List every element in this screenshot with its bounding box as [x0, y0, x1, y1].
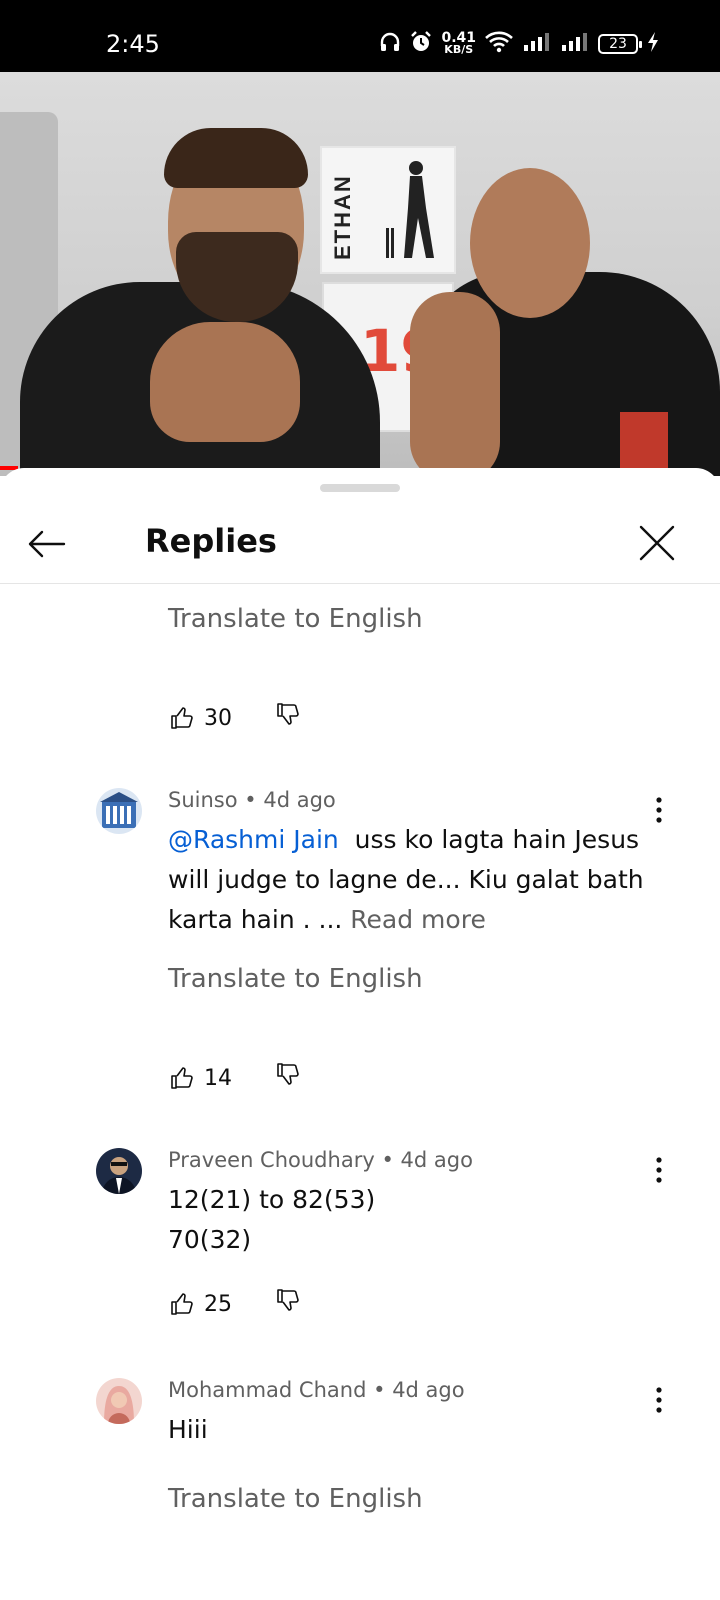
dislike-button[interactable] — [276, 702, 300, 731]
timestamp: 4d ago — [263, 788, 336, 812]
action-row: 25 — [170, 1286, 299, 1322]
reply-text: Hiii — [168, 1415, 208, 1444]
close-button[interactable] — [632, 518, 682, 568]
avatar[interactable] — [96, 1378, 142, 1424]
action-row: 14 — [170, 1060, 299, 1096]
like-button[interactable]: 14 — [170, 1066, 232, 1091]
more-options-button[interactable] — [644, 1150, 674, 1190]
mention-link[interactable]: @Rashmi Jain — [168, 825, 339, 854]
translate-link[interactable]: Translate to English — [168, 964, 423, 994]
arrow-left-icon — [28, 530, 66, 558]
reply-meta: Praveen Choudhary • 4d ago — [168, 1148, 473, 1172]
author-name[interactable]: Mohammad Chand — [168, 1378, 366, 1402]
page-title: Replies — [145, 522, 277, 560]
thumbs-down-icon — [277, 1289, 299, 1311]
thumbs-up-icon — [171, 1293, 193, 1315]
replies-header: Replies — [0, 504, 720, 584]
dislike-button[interactable] — [276, 1288, 300, 1317]
author-name[interactable]: Suinso — [168, 788, 238, 812]
read-more-link[interactable]: Read more — [350, 905, 486, 934]
dislike-button[interactable] — [276, 1062, 300, 1091]
timestamp: 4d ago — [400, 1148, 473, 1172]
close-icon — [639, 525, 675, 561]
translate-link[interactable]: Translate to English — [168, 1484, 423, 1514]
translate-link[interactable]: Translate to English — [168, 604, 423, 634]
thumbs-up-icon — [171, 707, 193, 729]
status-time: 2:45 — [106, 30, 160, 58]
status-bar: 2:45 0.41 KB/S 23 — [0, 0, 720, 72]
reply-text: 12(21) to 82(53) 70(32) — [168, 1185, 376, 1254]
action-row: 30 — [170, 700, 299, 736]
kebab-menu-icon — [656, 1157, 662, 1183]
thumbs-down-icon — [277, 1063, 299, 1085]
author-name[interactable]: Praveen Choudhary — [168, 1148, 375, 1172]
reply-meta: Suinso • 4d ago — [168, 788, 336, 812]
kebab-menu-icon — [656, 797, 662, 823]
headphones-icon — [379, 31, 401, 58]
reply-meta: Mohammad Chand • 4d ago — [168, 1378, 465, 1402]
like-button[interactable]: 30 — [170, 706, 232, 731]
signal-icon-1 — [522, 31, 552, 58]
kebab-menu-icon — [656, 1387, 662, 1413]
avatar[interactable] — [96, 788, 142, 834]
wifi-icon — [484, 30, 514, 59]
more-options-button[interactable] — [644, 1380, 674, 1420]
video-scene-poster: ETHAN — [320, 146, 456, 274]
like-button[interactable]: 25 — [170, 1292, 232, 1317]
drag-handle[interactable] — [320, 484, 400, 492]
video-player[interactable]: ETHAN 19 — [0, 72, 720, 476]
thumbs-up-icon — [171, 1067, 193, 1089]
thumbs-down-icon — [277, 703, 299, 725]
replies-sheet: Replies Translate to English 30 Suinso •… — [0, 468, 720, 1600]
avatar[interactable] — [96, 1148, 142, 1194]
more-options-button[interactable] — [644, 790, 674, 830]
status-icons: 0.41 KB/S 23 — [379, 30, 660, 58]
reply-text: @Rashmi Jain uss ko lagta hain Jesus wil… — [168, 825, 644, 934]
reply-item: Suinso • 4d ago @Rashmi Jain uss ko lagt… — [0, 788, 720, 1108]
reply-item: Mohammad Chand • 4d ago Hiii Translate t… — [0, 1378, 720, 1578]
timestamp: 4d ago — [392, 1378, 465, 1402]
alarm-icon — [409, 30, 433, 59]
battery-indicator: 23 — [598, 34, 642, 54]
signal-icon-2 — [560, 31, 590, 58]
network-speed: 0.41 KB/S — [441, 30, 476, 56]
back-button[interactable] — [24, 522, 68, 566]
reply-item: Praveen Choudhary • 4d ago 12(21) to 82(… — [0, 1148, 720, 1328]
charging-icon — [646, 31, 660, 58]
